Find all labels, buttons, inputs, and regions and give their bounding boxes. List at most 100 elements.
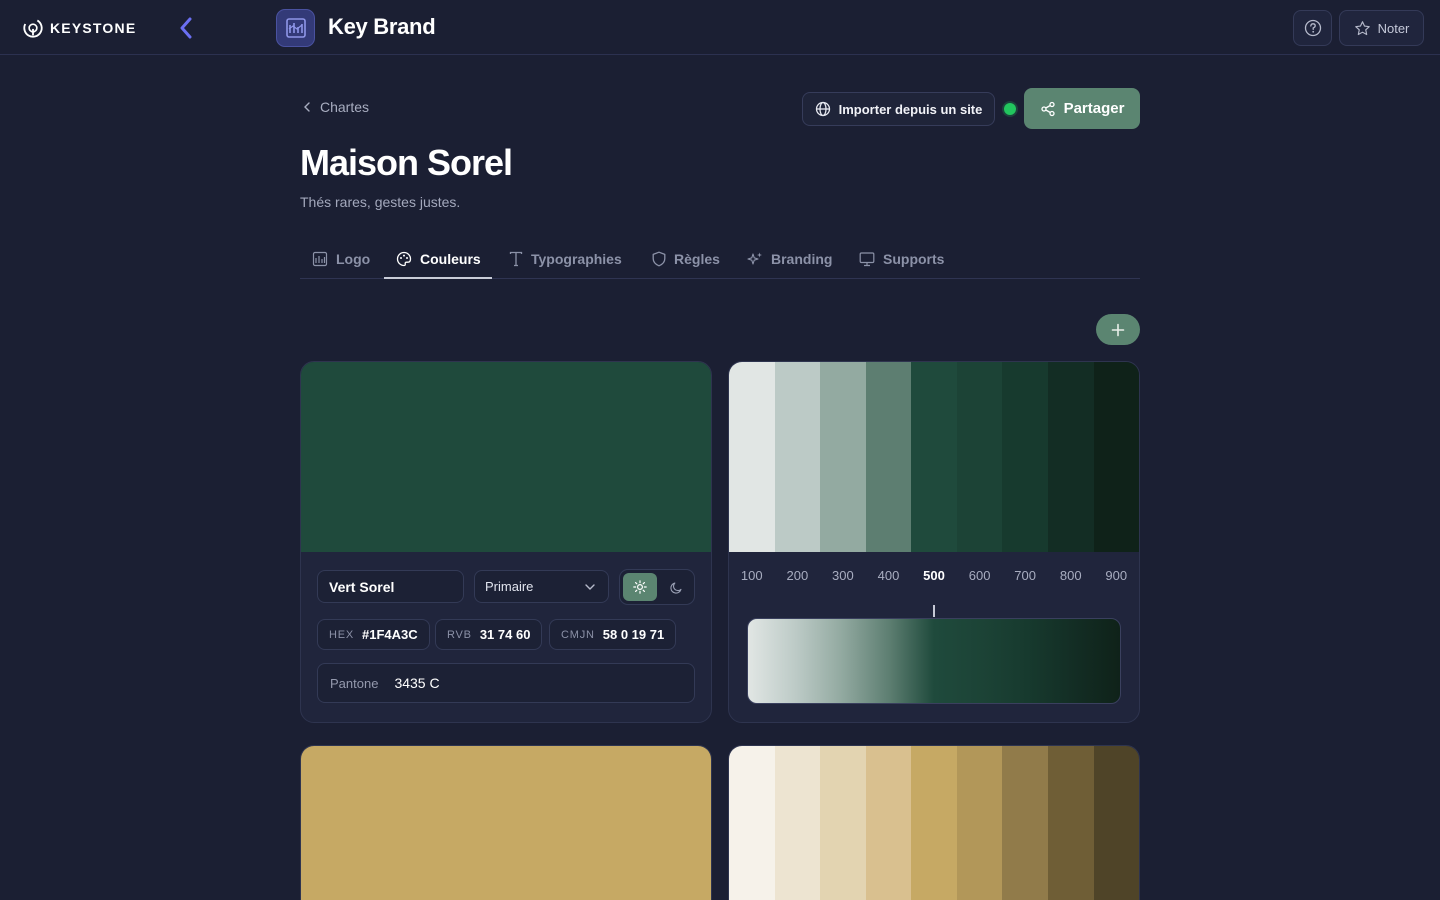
shade-swatch-800[interactable] (1047, 746, 1094, 900)
shade-label-600[interactable]: 600 (957, 568, 1003, 583)
chevron-down-icon (585, 583, 595, 590)
pantone-value: 3435 C (394, 675, 440, 691)
page-title: Maison Sorel (300, 142, 513, 183)
shade-label-800[interactable]: 800 (1048, 568, 1094, 583)
monitor-icon (859, 252, 875, 267)
shade-swatch-500[interactable] (911, 362, 957, 552)
shade-label-400[interactable]: 400 (866, 568, 912, 583)
cmyk-value: 58 0 19 71 (602, 627, 665, 642)
rate-label: Noter (1377, 20, 1410, 36)
tab-logo[interactable]: Logo (312, 240, 370, 278)
chevron-left-icon (180, 17, 192, 39)
selected-shade-marker (933, 605, 935, 617)
type-icon (509, 251, 523, 267)
hex-label: HEX (329, 628, 355, 641)
help-button[interactable] (1293, 10, 1332, 46)
shade-swatch-600[interactable] (956, 362, 1003, 552)
shade-swatch-900[interactable] (1093, 362, 1139, 552)
rgb-label: RVB (447, 628, 472, 641)
question-circle-icon (1304, 19, 1321, 37)
import-from-site-button[interactable]: Importer depuis un site (802, 92, 995, 126)
shade-strip (729, 362, 1139, 552)
shade-card: 100 200 300 400 500 600 700 800 900 (728, 361, 1140, 723)
palette-icon (396, 251, 412, 267)
shade-strip (729, 746, 1139, 900)
shade-label-100[interactable]: 100 (729, 568, 775, 583)
pantone-field[interactable]: Pantone 3435 C (317, 663, 695, 703)
shade-labels: 100 200 300 400 500 600 700 800 900 (729, 568, 1139, 583)
brand-logo[interactable]: KEYSTONE (22, 16, 136, 40)
page-subtitle: Thés rares, gestes justes. (300, 194, 461, 210)
role-value: Primaire (485, 579, 534, 594)
shade-swatch-300[interactable] (820, 362, 866, 552)
hex-chip[interactable]: HEX #1F4A3C (317, 619, 430, 650)
chevron-left-icon (304, 102, 310, 112)
globe-icon (815, 101, 830, 117)
shade-swatch-400[interactable] (865, 362, 912, 552)
light-mode-button[interactable] (623, 573, 657, 601)
shade-label-200[interactable]: 200 (775, 568, 821, 583)
tab-label: Branding (771, 251, 833, 267)
shade-swatch-200[interactable] (774, 746, 821, 900)
shade-label-700[interactable]: 700 (1002, 568, 1048, 583)
pantone-label: Pantone (330, 675, 379, 691)
hex-value: #1F4A3C (362, 627, 418, 642)
tab-supports[interactable]: Supports (859, 240, 944, 278)
color-swatch[interactable] (301, 746, 711, 900)
share-label: Partager (1063, 100, 1125, 117)
shade-swatch-700[interactable] (1002, 362, 1048, 552)
back-button[interactable] (174, 14, 198, 42)
shade-label-500[interactable]: 500 (911, 568, 957, 583)
tab-typographies[interactable]: Typographies (509, 240, 622, 278)
sun-icon (633, 580, 647, 594)
project-title: Key Brand (328, 14, 436, 39)
tab-label: Règles (674, 251, 720, 267)
shade-label-900[interactable]: 900 (1094, 568, 1140, 583)
shade-swatch-100[interactable] (729, 362, 775, 552)
breadcrumb-label: Chartes (320, 99, 370, 115)
color-role-select[interactable]: Primaire (474, 570, 609, 603)
moon-icon (669, 581, 682, 594)
add-color-button[interactable] (1096, 314, 1140, 345)
shade-swatch-900[interactable] (1093, 746, 1139, 900)
sparkles-icon (747, 252, 762, 265)
project-icon (276, 9, 315, 47)
color-card: Vert Sorel Primaire HEX #1F4A3C RVB 31 7… (300, 361, 712, 723)
shield-icon (652, 251, 666, 267)
shade-swatch-500[interactable] (911, 746, 957, 900)
shade-swatch-800[interactable] (1047, 362, 1094, 552)
shade-swatch-700[interactable] (1002, 746, 1048, 900)
shade-swatch-200[interactable] (774, 362, 821, 552)
tab-regles[interactable]: Règles (652, 240, 720, 278)
import-label: Importer depuis un site (838, 101, 983, 117)
tab-label: Logo (336, 251, 371, 267)
rgb-value: 31 74 60 (479, 627, 531, 642)
shade-swatch-300[interactable] (820, 746, 866, 900)
plus-icon (1111, 323, 1125, 336)
cmyk-chip[interactable]: CMJN 58 0 19 71 (549, 619, 677, 650)
tab-label: Couleurs (420, 251, 481, 267)
cmyk-label: CMJN (561, 628, 595, 641)
shade-gradient-bar[interactable] (747, 618, 1121, 704)
active-tab-indicator (384, 277, 492, 279)
breadcrumb[interactable]: Chartes (302, 99, 369, 115)
tab-label: Typographies (531, 251, 622, 267)
shade-swatch-600[interactable] (956, 746, 1003, 900)
shade-label-300[interactable]: 300 (820, 568, 866, 583)
dark-mode-button[interactable] (659, 573, 693, 601)
top-bar: KEYSTONE Key Brand Noter (0, 0, 1440, 55)
share-button[interactable]: Partager (1024, 88, 1140, 129)
tab-couleurs[interactable]: Couleurs (396, 240, 481, 278)
status-indicator (1004, 103, 1016, 115)
shade-swatch-400[interactable] (865, 746, 912, 900)
color-card (300, 745, 712, 900)
color-swatch[interactable] (301, 362, 711, 552)
rgb-chip[interactable]: RVB 31 74 60 (435, 619, 543, 650)
chart-icon (312, 251, 328, 267)
shade-swatch-100[interactable] (729, 746, 775, 900)
tab-bar: Logo Couleurs Typographies Règles Brandi… (300, 240, 1140, 279)
shade-card (728, 745, 1140, 900)
rate-button[interactable]: Noter (1339, 10, 1424, 46)
color-name-field[interactable]: Vert Sorel (317, 570, 464, 603)
tab-branding[interactable]: Branding (747, 240, 832, 278)
